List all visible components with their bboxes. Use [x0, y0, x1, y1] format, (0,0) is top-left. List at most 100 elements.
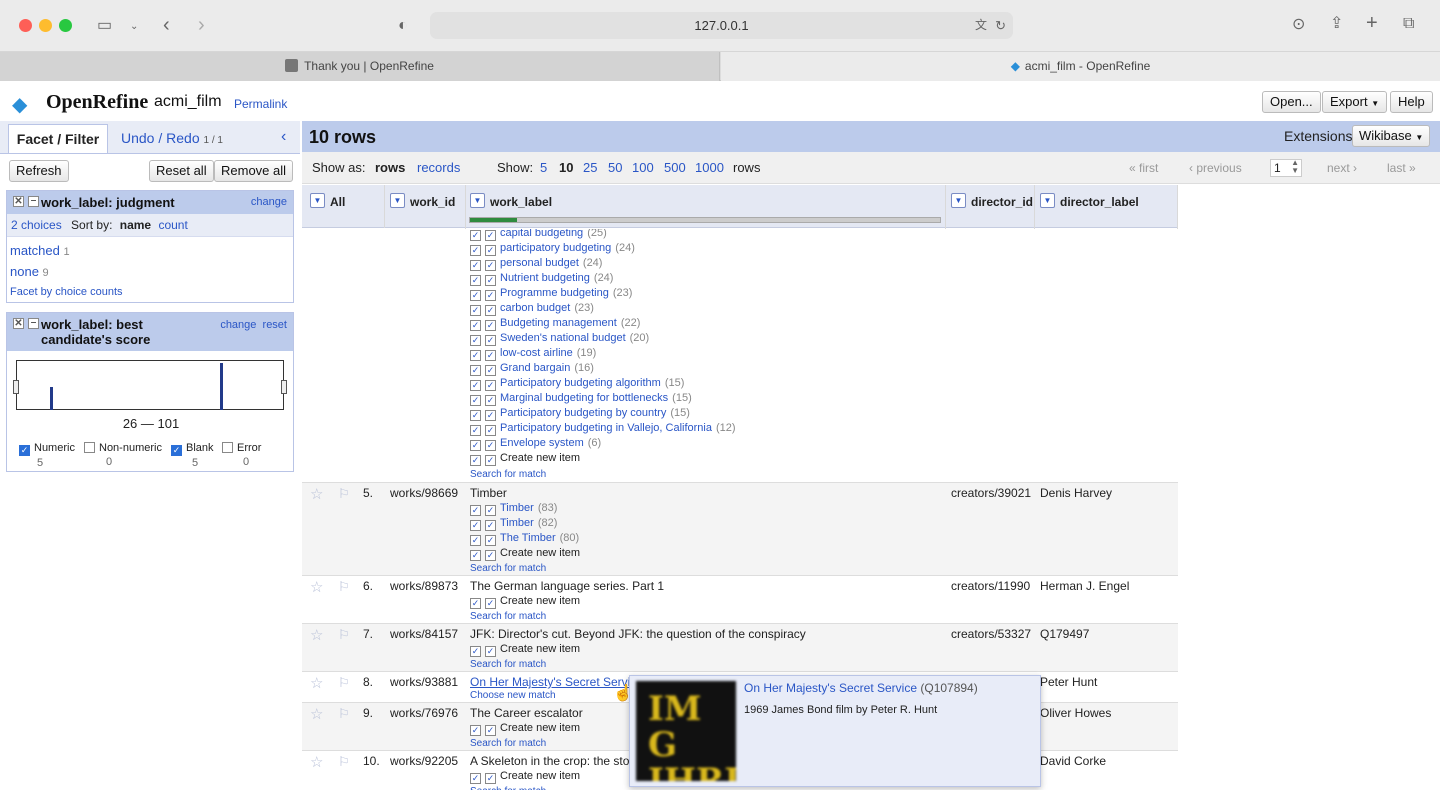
checkbox-checked-icon[interactable]: ✓ — [470, 646, 481, 657]
remove-all-button[interactable]: Remove all — [214, 160, 294, 182]
checkbox-checked-icon[interactable]: ✓ — [485, 550, 496, 561]
tab-overview-icon[interactable]: ⧉ — [1403, 16, 1414, 32]
reset-all-button[interactable]: Reset all — [149, 160, 214, 182]
create-new-item[interactable]: ✓ ✓ Create new item — [470, 769, 580, 784]
candidate-label[interactable]: Grand bargain — [500, 362, 570, 374]
checkbox-checked-icon[interactable]: ✓ — [470, 535, 481, 546]
checkbox-checked-icon[interactable]: ✓ — [470, 598, 481, 609]
candidate-item[interactable]: ✓ ✓ Budgeting management (22) — [470, 316, 640, 331]
checkbox-checked-icon[interactable]: ✓ — [470, 725, 481, 736]
checkbox-checked-icon[interactable]: ✓ — [470, 520, 481, 531]
page-size-500[interactable]: 500 — [664, 160, 686, 175]
checkbox-checked-icon[interactable]: ✓ — [485, 773, 496, 784]
choice-label[interactable]: none — [10, 264, 39, 279]
create-new-item[interactable]: ✓ ✓ Create new item — [470, 642, 580, 657]
checkbox-checked-icon[interactable]: ✓ — [485, 395, 496, 406]
candidate-item[interactable]: ✓ ✓ carbon budget (23) — [470, 301, 594, 316]
column-menu-director-label[interactable]: ▼ — [1040, 193, 1055, 208]
checkbox-checked-icon[interactable]: ✓ — [470, 773, 481, 784]
checkbox-checked-icon[interactable]: ✓ — [485, 275, 496, 286]
zoom-window-button[interactable] — [59, 19, 72, 32]
checkbox-checked-icon[interactable]: ✓ — [470, 350, 481, 361]
checkbox-checked-icon[interactable]: ✓ — [470, 365, 481, 376]
checkbox-checked-icon[interactable]: ✓ — [485, 425, 496, 436]
candidate-item[interactable]: ✓ ✓ Grand bargain (16) — [470, 361, 594, 376]
project-name[interactable]: acmi_film — [154, 93, 222, 111]
checkbox-checked-icon[interactable]: ✓ — [485, 455, 496, 466]
toggle-numeric[interactable]: ✓ Numeric 5 — [19, 441, 75, 470]
checkbox-checked-icon[interactable]: ✓ — [470, 245, 481, 256]
records-mode-option[interactable]: records — [417, 160, 460, 175]
checkbox-checked-icon[interactable]: ✓ — [470, 290, 481, 301]
logo-text[interactable]: OpenRefine — [46, 91, 148, 114]
checkbox-checked-icon[interactable]: ✓ — [470, 410, 481, 421]
page-size-10[interactable]: 10 — [559, 160, 573, 175]
help-button[interactable]: Help — [1390, 91, 1433, 113]
choice-label[interactable]: matched — [10, 243, 60, 258]
star-icon[interactable]: ☆ — [310, 705, 323, 723]
choices-count[interactable]: 2 choices — [11, 218, 62, 232]
flag-icon[interactable]: ⚐ — [338, 706, 350, 722]
pager-next[interactable]: next › — [1327, 161, 1357, 175]
wikibase-button[interactable]: Wikibase ▼ — [1352, 125, 1431, 147]
collapse-panel-icon[interactable]: ‹ — [281, 128, 286, 146]
choose-new-match-link[interactable]: Choose new match — [470, 690, 556, 701]
preview-title-link[interactable]: On Her Majesty's Secret Service — [744, 681, 917, 695]
checkbox-checked-icon[interactable]: ✓ — [470, 455, 481, 466]
range-handle-left[interactable] — [13, 380, 19, 394]
create-new-item[interactable]: ✓ ✓ Create new item — [470, 546, 580, 561]
column-menu-work-label[interactable]: ▼ — [470, 193, 485, 208]
checkbox-checked-icon[interactable]: ✓ — [470, 275, 481, 286]
checkbox-checked-icon[interactable]: ✓ — [470, 505, 481, 516]
minimize-window-button[interactable] — [39, 19, 52, 32]
checkbox-checked-icon[interactable]: ✓ — [470, 440, 481, 451]
candidate-item[interactable]: ✓ ✓ Participatory budgeting algorithm (15) — [470, 376, 684, 391]
facet-by-choice-counts-link[interactable]: Facet by choice counts — [10, 286, 123, 298]
candidate-item[interactable]: ✓ ✓ Sweden's national budget (20) — [470, 331, 649, 346]
candidate-label[interactable]: Timber — [500, 517, 534, 529]
translate-icon[interactable]: 文 — [975, 12, 987, 39]
checkbox-checked-icon[interactable]: ✓ — [485, 520, 496, 531]
close-icon[interactable]: ✕ — [13, 318, 24, 329]
star-icon[interactable]: ☆ — [310, 674, 323, 692]
candidate-item[interactable]: ✓ ✓ capital budgeting (25) — [470, 229, 607, 241]
checkbox-icon[interactable] — [84, 442, 95, 453]
page-number-input[interactable]: 1 ▲ ▼ — [1270, 159, 1302, 177]
flag-icon[interactable]: ⚐ — [338, 486, 350, 502]
create-new-item[interactable]: ✓ ✓ Create new item — [470, 594, 580, 609]
search-for-match-link[interactable]: Search for match — [470, 786, 546, 790]
range-handle-right[interactable] — [281, 380, 287, 394]
candidate-item[interactable]: ✓ ✓ Programme budgeting (23) — [470, 286, 632, 301]
facet-reset-link[interactable]: reset — [263, 319, 287, 331]
minimize-icon[interactable]: – — [28, 196, 39, 207]
close-window-button[interactable] — [19, 19, 32, 32]
candidate-label[interactable]: Marginal budgeting for bottlenecks — [500, 392, 668, 404]
checkbox-checked-icon[interactable]: ✓ — [470, 380, 481, 391]
shield-icon[interactable]: ◐ — [398, 18, 408, 34]
candidate-item[interactable]: ✓ ✓ Marginal budgeting for bottlenecks (15) — [470, 391, 692, 406]
search-for-match-link[interactable]: Search for match — [470, 469, 546, 480]
checkbox-checked-icon[interactable]: ✓ — [485, 410, 496, 421]
checkbox-checked-icon[interactable]: ✓ — [485, 535, 496, 546]
candidate-item[interactable]: ✓ ✓ personal budget (24) — [470, 256, 602, 271]
checkbox-checked-icon[interactable]: ✓ — [470, 320, 481, 331]
checkbox-checked-icon[interactable]: ✓ — [485, 350, 496, 361]
star-icon[interactable]: ☆ — [310, 485, 323, 503]
star-icon[interactable]: ☆ — [310, 626, 323, 644]
forward-icon[interactable]: › — [198, 15, 205, 35]
checkbox-checked-icon[interactable]: ✓ — [470, 305, 481, 316]
candidate-label[interactable]: Budgeting management — [500, 317, 617, 329]
candidate-label[interactable]: carbon budget — [500, 302, 570, 314]
candidate-label[interactable]: Participatory budgeting in Vallejo, Cali… — [500, 422, 712, 434]
create-new-item[interactable]: ✓ ✓ Create new item — [470, 451, 580, 466]
page-size-100[interactable]: 100 — [632, 160, 654, 175]
search-for-match-link[interactable]: Search for match — [470, 659, 546, 670]
toggle-non-numeric[interactable]: Non-numeric 0 — [84, 441, 162, 469]
candidate-label[interactable]: The Timber — [500, 532, 556, 544]
sort-count-option[interactable]: count — [158, 218, 187, 232]
export-button[interactable]: Export ▼ — [1322, 91, 1388, 113]
checkbox-checked-icon[interactable]: ✓ — [485, 230, 496, 241]
rows-mode-option[interactable]: rows — [375, 160, 405, 175]
facet-change-link[interactable]: change — [251, 196, 287, 208]
sort-name-option[interactable]: name — [120, 218, 151, 232]
